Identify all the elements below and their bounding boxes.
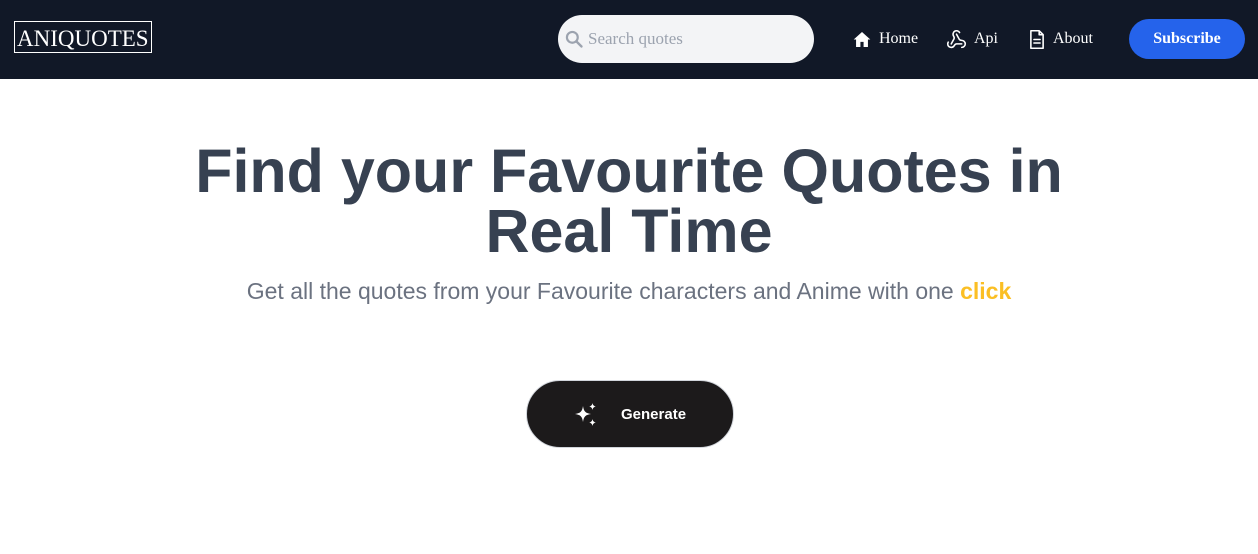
hero-title: Find your Favourite Quotes in Real Time bbox=[0, 141, 1258, 262]
search-icon bbox=[565, 30, 583, 48]
nav-home-label: Home bbox=[879, 30, 919, 47]
generate-button[interactable]: Generate bbox=[526, 380, 734, 448]
search-bar[interactable] bbox=[558, 15, 814, 63]
subscribe-button[interactable]: Subscribe bbox=[1129, 19, 1245, 59]
hero-title-line2: Real Time bbox=[485, 197, 773, 265]
search-input[interactable] bbox=[588, 15, 798, 63]
navbar: ANIQUOTES Home Api About Subscribe bbox=[0, 0, 1258, 79]
hero-title-line1: Find your Favourite Quotes in bbox=[195, 137, 1063, 205]
logo[interactable]: ANIQUOTES bbox=[14, 21, 152, 53]
nav-about[interactable]: About bbox=[1028, 26, 1093, 52]
webhook-icon bbox=[946, 29, 967, 48]
hero-subtitle-accent: click bbox=[960, 278, 1012, 304]
nav-api-label: Api bbox=[974, 30, 998, 47]
nav-about-label: About bbox=[1053, 30, 1093, 47]
home-icon bbox=[853, 31, 871, 47]
generate-label: Generate bbox=[621, 406, 687, 423]
nav-api[interactable]: Api bbox=[946, 26, 998, 52]
hero-subtitle-text: Get all the quotes from your Favourite c… bbox=[246, 278, 954, 304]
nav-home[interactable]: Home bbox=[852, 26, 918, 52]
hero-subtitle: Get all the quotes from your Favourite c… bbox=[0, 277, 1258, 305]
sparkles-icon bbox=[575, 403, 596, 426]
document-icon bbox=[1030, 29, 1044, 49]
